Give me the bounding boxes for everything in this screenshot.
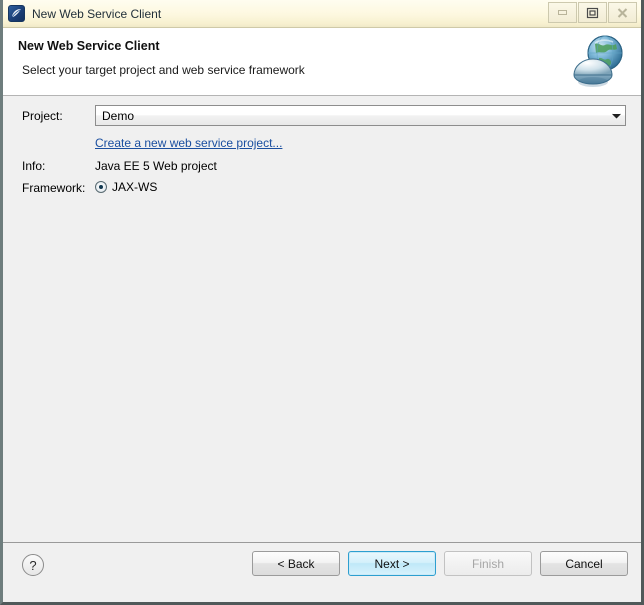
next-button[interactable]: Next >: [348, 551, 436, 576]
radio-selected-icon[interactable]: [95, 181, 107, 193]
framework-radio-label: JAX-WS: [112, 180, 158, 194]
create-web-service-project-link[interactable]: Create a new web service project...: [95, 136, 282, 150]
cancel-button[interactable]: Cancel: [540, 551, 628, 576]
create-project-link-row: Create a new web service project...: [95, 136, 282, 150]
wizard-content: Project: Demo Create a new web service p…: [3, 96, 641, 542]
close-button[interactable]: [608, 2, 637, 23]
back-button[interactable]: < Back: [252, 551, 340, 576]
info-label: Info:: [22, 159, 46, 173]
close-icon: [617, 7, 628, 18]
project-combobox-value: Demo: [102, 108, 135, 123]
globe-satellite-icon: [567, 30, 633, 94]
window-title: New Web Service Client: [32, 6, 162, 21]
maximize-icon: [586, 7, 599, 18]
chevron-down-icon[interactable]: [608, 106, 625, 125]
minimize-icon: [558, 10, 567, 15]
page-title: New Web Service Client: [18, 39, 160, 53]
project-combobox[interactable]: Demo: [95, 105, 626, 126]
page-description: Select your target project and web servi…: [22, 63, 305, 77]
dialog-window: New Web Service Client New Web Service C…: [0, 0, 644, 605]
app-icon: [8, 5, 25, 22]
framework-label: Framework:: [22, 181, 86, 195]
window-controls: [547, 2, 637, 23]
minimize-button[interactable]: [548, 2, 577, 23]
framework-radio-jaxws[interactable]: JAX-WS: [95, 180, 157, 194]
dialog-buttons: < Back Next > Finish Cancel: [252, 551, 628, 576]
help-button[interactable]: ?: [22, 554, 44, 576]
question-mark-icon: ?: [29, 557, 37, 573]
dialog-footer: ? < Back Next > Finish Cancel: [3, 542, 641, 602]
finish-button: Finish: [444, 551, 532, 576]
wizard-header: New Web Service Client Select your targe…: [3, 28, 641, 96]
project-label: Project:: [22, 109, 63, 123]
title-bar: New Web Service Client: [3, 0, 641, 28]
maximize-button[interactable]: [578, 2, 607, 23]
info-value: Java EE 5 Web project: [95, 159, 217, 173]
